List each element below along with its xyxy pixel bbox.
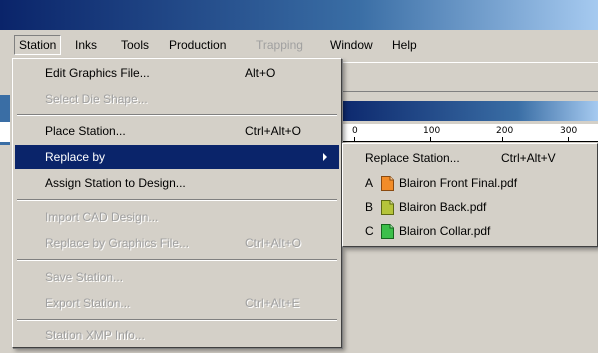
ruler-tick [502,137,503,141]
submenu-item-label: Replace Station... [365,151,460,165]
menu-item-place-station[interactable]: Place Station... Ctrl+Alt+O [15,119,339,143]
submenu-item-file-a[interactable]: A Blairon Front Final.pdf [345,171,595,195]
replace-by-submenu: Replace Station... Ctrl+Alt+V A Blairon … [342,143,598,247]
document-title-bar [330,101,598,121]
menu-item-replace-by-graphics-file[interactable]: Replace by Graphics File... Ctrl+Alt+O [15,231,339,255]
menu-item-shortcut: Alt+O [245,66,276,80]
menu-item-shortcut: Ctrl+Alt+E [245,296,300,310]
menu-item-import-cad-design[interactable]: Import CAD Design... [15,205,339,229]
menu-separator [17,199,337,201]
file-key-label: B [365,200,374,214]
pdf-file-icon [381,224,394,239]
menu-window[interactable]: Window [326,35,377,55]
ruler-tick [568,137,569,141]
menu-item-label: Replace by [45,150,106,164]
menu-item-label: Assign Station to Design... [45,176,186,190]
submenu-item-file-c[interactable]: C Blairon Collar.pdf [345,219,595,243]
menu-separator [17,319,337,321]
toolbar [330,62,598,92]
menu-bar: Station Inks Tools Production Trapping W… [0,30,598,60]
menu-production[interactable]: Production [165,35,230,55]
menu-help[interactable]: Help [388,35,421,55]
menu-item-label: Station XMP Info... [45,328,145,342]
submenu-item-replace-station[interactable]: Replace Station... Ctrl+Alt+V [345,146,595,170]
menu-item-label: Replace by Graphics File... [45,236,190,250]
pdf-file-icon [381,200,394,215]
menu-item-label: Save Station... [45,270,124,284]
menu-item-shortcut: Ctrl+Alt+O [245,124,302,138]
ruler-tick [354,137,355,141]
menu-item-label: Place Station... [45,124,126,138]
submenu-item-shortcut: Ctrl+Alt+V [501,151,556,165]
menu-separator [17,114,337,116]
menu-item-edit-graphics-file[interactable]: Edit Graphics File... Alt+O [15,61,339,85]
ruler-label: 100 [423,126,441,136]
menu-item-label: Select Die Shape... [45,92,148,106]
file-name: Blairon Collar.pdf [399,224,491,238]
menu-item-label: Export Station... [45,296,131,310]
submenu-arrow-icon [323,153,327,161]
submenu-item-file-b[interactable]: B Blairon Back.pdf [345,195,595,219]
menu-separator [17,259,337,261]
pdf-file-icon [381,176,394,191]
menu-item-export-station[interactable]: Export Station... Ctrl+Alt+E [15,291,339,315]
file-name: Blairon Back.pdf [399,200,487,214]
menu-tools[interactable]: Tools [117,35,153,55]
menu-item-station-xmp-info[interactable]: Station XMP Info... [15,323,339,347]
ruler-label: 300 [560,126,578,136]
horizontal-ruler: 0 100 200 300 [330,124,598,142]
file-name: Blairon Front Final.pdf [399,176,518,190]
file-key-label: C [365,224,374,238]
ruler-tick [430,137,431,141]
menu-item-label: Edit Graphics File... [45,66,150,80]
app-title-bar [0,0,598,30]
menu-item-save-station[interactable]: Save Station... [15,265,339,289]
station-menu-dropdown: Edit Graphics File... Alt+O Select Die S… [12,58,342,348]
menu-item-shortcut: Ctrl+Alt+O [245,236,302,250]
menu-item-replace-by[interactable]: Replace by [15,145,339,169]
menu-station[interactable]: Station [14,35,62,55]
menu-trapping[interactable]: Trapping [252,35,307,55]
menu-inks[interactable]: Inks [71,35,101,55]
menu-item-select-die-shape[interactable]: Select Die Shape... [15,87,339,111]
vertical-ruler [0,122,10,142]
menu-item-label: Import CAD Design... [45,210,159,224]
ruler-label: 200 [496,126,514,136]
file-key-label: A [365,176,374,190]
ruler-label: 0 [352,126,358,136]
menu-item-assign-station-to-design[interactable]: Assign Station to Design... [15,171,339,195]
